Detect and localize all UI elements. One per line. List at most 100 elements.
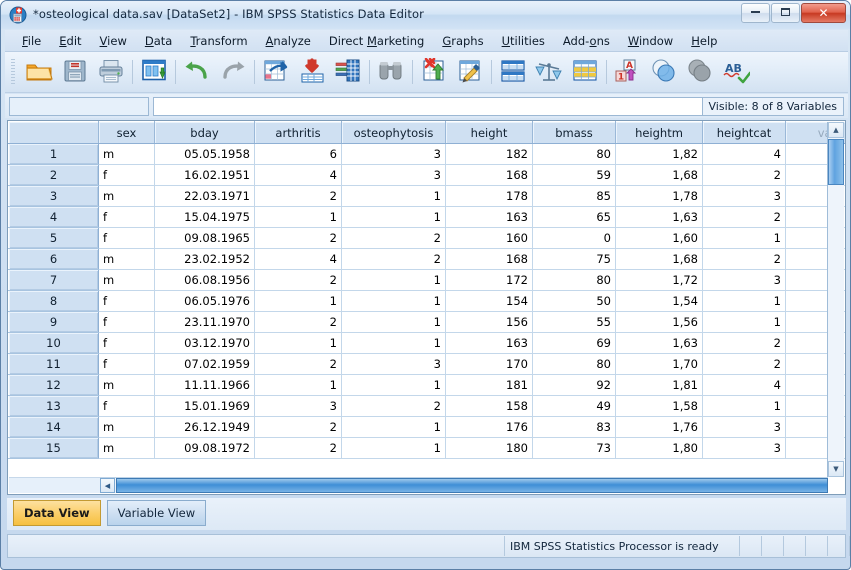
column-header-bday[interactable]: bday — [154, 121, 255, 144]
cell-osteophytosis[interactable]: 2 — [341, 248, 446, 270]
cell-height[interactable]: 181 — [445, 374, 533, 396]
cell-bmass[interactable]: 50 — [532, 290, 616, 312]
menu-data[interactable]: Data — [136, 32, 181, 50]
cell-bday[interactable]: 22.03.1971 — [154, 185, 255, 207]
cell-heightm[interactable]: 1,82 — [615, 143, 703, 165]
cell-bday[interactable]: 15.01.1969 — [154, 395, 255, 417]
cell-bday[interactable]: 09.08.1972 — [154, 437, 255, 459]
cell-sex[interactable]: f — [98, 164, 155, 186]
goto-case-button[interactable] — [258, 54, 294, 90]
cell-heightcat[interactable]: 3 — [702, 416, 786, 438]
table-row[interactable]: 10 f 03.12.1970 1 1 163 69 1,63 2 — [8, 332, 845, 354]
menu-file[interactable]: File — [13, 32, 50, 50]
menu-graphs[interactable]: Graphs — [433, 32, 492, 50]
cell-osteophytosis[interactable]: 3 — [341, 353, 446, 375]
data-grid[interactable]: sex bday arthritis osteophytosis height … — [7, 120, 846, 495]
row-header-cell[interactable]: 9 — [8, 311, 99, 333]
cell-osteophytosis[interactable]: 2 — [341, 227, 446, 249]
cell-osteophytosis[interactable]: 1 — [341, 416, 446, 438]
cell-heightcat[interactable]: 3 — [702, 185, 786, 207]
scroll-down-button[interactable]: ▼ — [828, 461, 844, 477]
menu-analyze[interactable]: Analyze — [257, 32, 320, 50]
table-row[interactable]: 13 f 15.01.1969 3 2 158 49 1,58 1 — [8, 395, 845, 417]
cell-bday[interactable]: 06.08.1956 — [154, 269, 255, 291]
recall-dialogs-button[interactable] — [136, 54, 172, 90]
menu-view[interactable]: View — [91, 32, 136, 50]
table-row[interactable]: 14 m 26.12.1949 2 1 176 83 1,76 3 — [8, 416, 845, 438]
close-button[interactable]: ✕ — [801, 3, 846, 23]
cell-bday[interactable]: 07.02.1959 — [154, 353, 255, 375]
cell-osteophytosis[interactable]: 1 — [341, 332, 446, 354]
cell-value-input[interactable] — [153, 96, 702, 116]
redo-button[interactable] — [215, 54, 251, 90]
column-header-bmass[interactable]: bmass — [532, 121, 616, 144]
cell-bmass[interactable]: 55 — [532, 311, 616, 333]
cell-sex[interactable]: m — [98, 374, 155, 396]
cell-bmass[interactable]: 92 — [532, 374, 616, 396]
cell-sex[interactable]: m — [98, 416, 155, 438]
cell-height[interactable]: 154 — [445, 290, 533, 312]
cell-arthritis[interactable]: 1 — [254, 290, 342, 312]
column-header-sex[interactable]: sex — [98, 121, 155, 144]
cell-heightcat[interactable]: 1 — [702, 227, 786, 249]
grid-corner-cell[interactable] — [8, 121, 99, 144]
cell-arthritis[interactable]: 4 — [254, 164, 342, 186]
cell-bmass[interactable]: 49 — [532, 395, 616, 417]
row-header-cell[interactable]: 2 — [8, 164, 99, 186]
cell-heightm[interactable]: 1,60 — [615, 227, 703, 249]
cell-bmass[interactable]: 83 — [532, 416, 616, 438]
cell-bmass[interactable]: 65 — [532, 206, 616, 228]
cell-bmass[interactable]: 80 — [532, 143, 616, 165]
cell-heightcat[interactable]: 4 — [702, 143, 786, 165]
cell-bday[interactable]: 16.02.1951 — [154, 164, 255, 186]
column-header-osteophytosis[interactable]: osteophytosis — [341, 121, 446, 144]
cell-sex[interactable]: m — [98, 143, 155, 165]
table-row[interactable]: 9 f 23.11.1970 2 1 156 55 1,56 1 — [8, 311, 845, 333]
menu-window[interactable]: Window — [619, 32, 682, 50]
cell-heightm[interactable]: 1,78 — [615, 185, 703, 207]
column-header-heightcat[interactable]: heightcat — [702, 121, 786, 144]
print-button[interactable] — [93, 54, 129, 90]
column-header-heightm[interactable]: heightm — [615, 121, 703, 144]
cell-arthritis[interactable]: 2 — [254, 185, 342, 207]
table-row[interactable]: 12 m 11.11.1966 1 1 181 92 1,81 4 — [8, 374, 845, 396]
cell-heightcat[interactable]: 2 — [702, 332, 786, 354]
cell-sex[interactable]: m — [98, 437, 155, 459]
cell-height[interactable]: 160 — [445, 227, 533, 249]
cell-heightcat[interactable]: 4 — [702, 374, 786, 396]
cell-arthritis[interactable]: 6 — [254, 143, 342, 165]
row-header-cell[interactable]: 5 — [8, 227, 99, 249]
cell-sex[interactable]: f — [98, 290, 155, 312]
cell-bmass[interactable]: 80 — [532, 353, 616, 375]
cell-arthritis[interactable]: 1 — [254, 332, 342, 354]
cell-height[interactable]: 156 — [445, 311, 533, 333]
cell-bday[interactable]: 03.12.1970 — [154, 332, 255, 354]
cell-height[interactable]: 168 — [445, 248, 533, 270]
row-header-cell[interactable]: 14 — [8, 416, 99, 438]
cell-bday[interactable]: 11.11.1966 — [154, 374, 255, 396]
cell-height[interactable]: 158 — [445, 395, 533, 417]
table-row[interactable]: 5 f 09.08.1965 2 2 160 0 1,60 1 — [8, 227, 845, 249]
cell-heightm[interactable]: 1,76 — [615, 416, 703, 438]
cell-sex[interactable]: m — [98, 269, 155, 291]
menu-add-ons[interactable]: Add-ons — [554, 32, 619, 50]
cell-height[interactable]: 168 — [445, 164, 533, 186]
cell-heightm[interactable]: 1,68 — [615, 248, 703, 270]
cell-osteophytosis[interactable]: 1 — [341, 311, 446, 333]
table-row[interactable]: 2 f 16.02.1951 4 3 168 59 1,68 2 — [8, 164, 845, 186]
table-row[interactable]: 4 f 15.04.1975 1 1 163 65 1,63 2 — [8, 206, 845, 228]
cell-height[interactable]: 170 — [445, 353, 533, 375]
row-header-cell[interactable]: 3 — [8, 185, 99, 207]
cell-heightm[interactable]: 1,80 — [615, 437, 703, 459]
cell-sex[interactable]: m — [98, 185, 155, 207]
cell-arthritis[interactable]: 2 — [254, 416, 342, 438]
cell-sex[interactable]: f — [98, 332, 155, 354]
vertical-scrollbar[interactable]: ▲ ▼ — [827, 122, 844, 477]
cell-heightcat[interactable]: 2 — [702, 353, 786, 375]
cell-bday[interactable]: 23.11.1970 — [154, 311, 255, 333]
cell-sex[interactable]: f — [98, 311, 155, 333]
table-row[interactable]: 15 m 09.08.1972 2 1 180 73 1,80 3 — [8, 437, 845, 459]
column-header-arthritis[interactable]: arthritis — [254, 121, 342, 144]
scroll-up-button[interactable]: ▲ — [828, 122, 844, 138]
cell-arthritis[interactable]: 2 — [254, 353, 342, 375]
